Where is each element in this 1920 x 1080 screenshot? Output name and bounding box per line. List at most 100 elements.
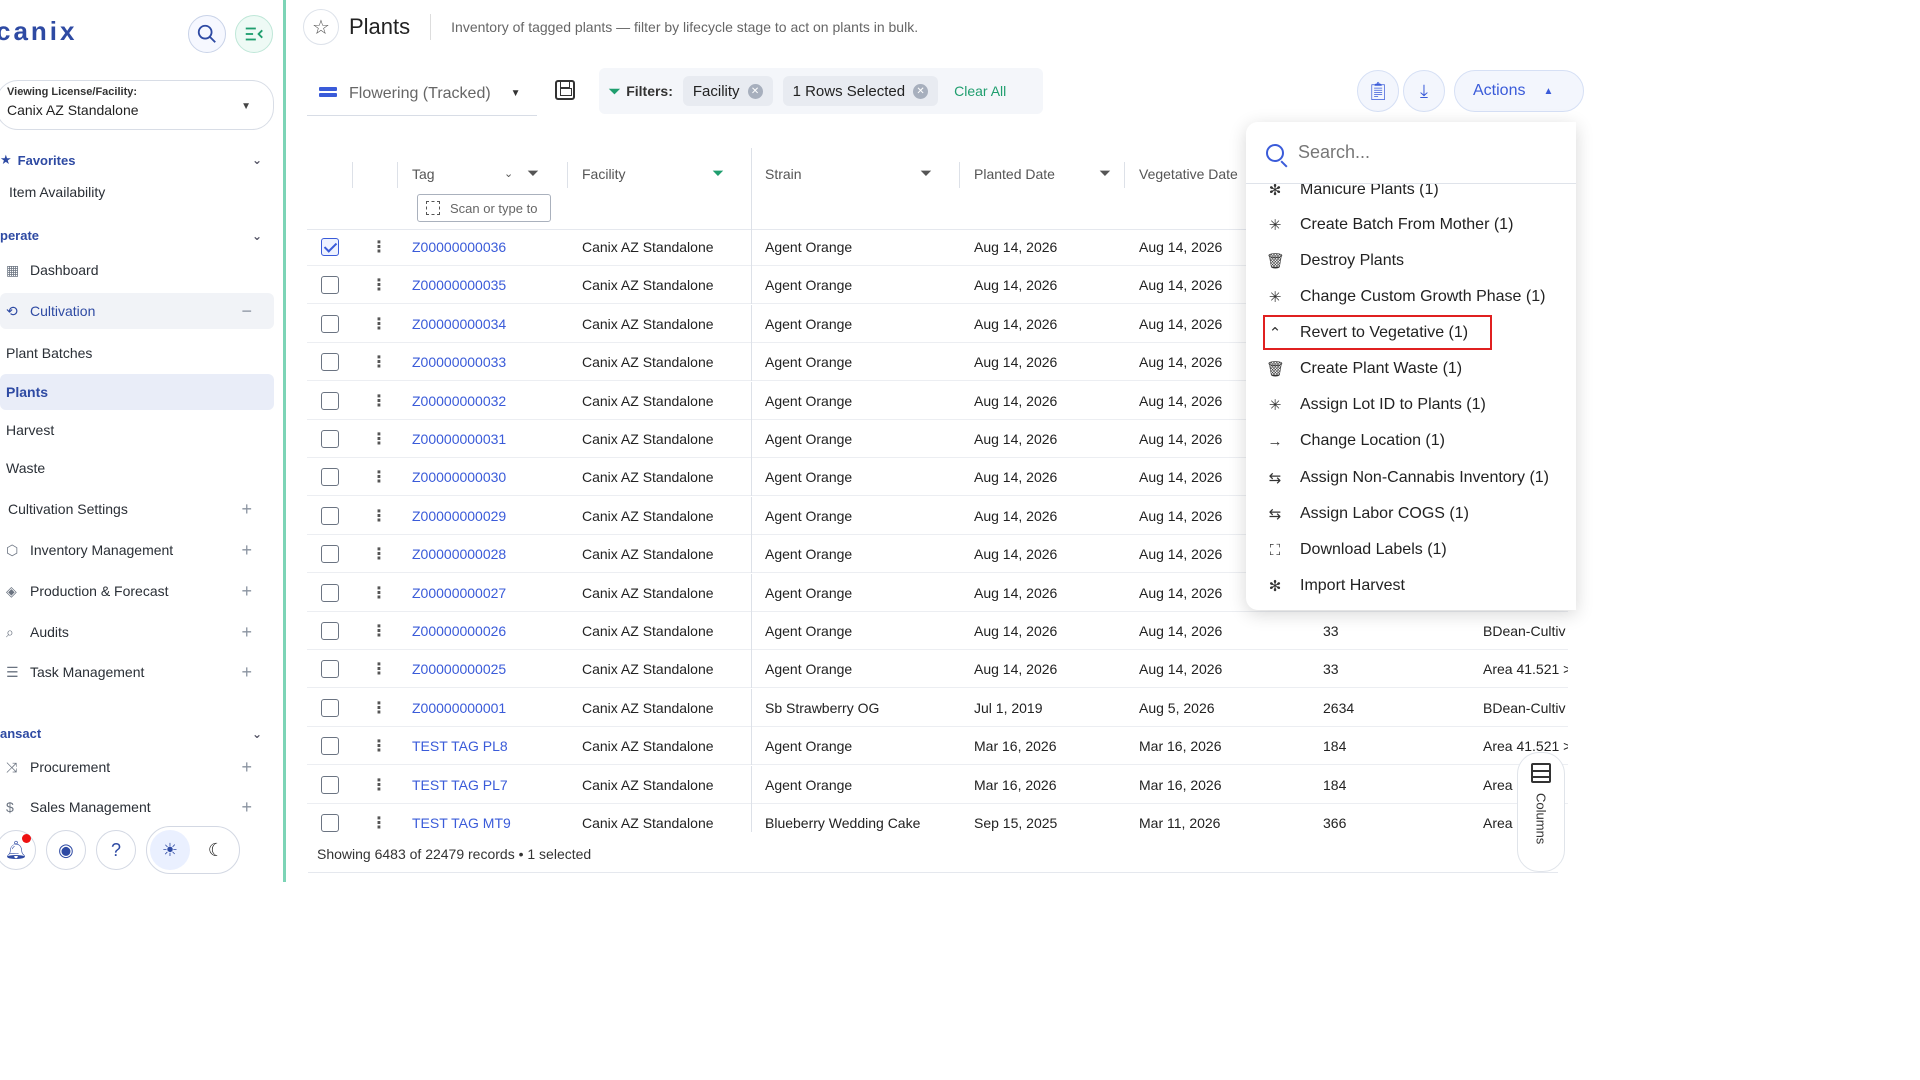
transact-section[interactable]: ansact ⌄ <box>0 726 262 741</box>
sidebar-item-dashboard[interactable]: ▦ Dashboard <box>0 252 274 288</box>
menu-item-create-plant-waste[interactable]: 🗑 Create Plant Waste (1) <box>1246 351 1576 387</box>
row-checkbox[interactable] <box>321 238 339 256</box>
column-header-planted-date[interactable]: Planted Date <box>974 166 1055 182</box>
more-vertical-icon[interactable]: ⋮ <box>371 813 387 832</box>
notifications-button[interactable]: 🔔︎ <box>0 830 36 870</box>
sidebar-item-audits[interactable]: ⌕ Audits + <box>0 614 274 650</box>
filter-icon[interactable]: ⏷ <box>1099 165 1111 182</box>
actions-button[interactable]: Actions ▲ <box>1454 70 1584 112</box>
table-row[interactable]: ⋮ TEST TAG PL7 Canix AZ Standalone Agent… <box>307 766 1568 804</box>
menu-item-change-custom-growth-phase[interactable]: ✳ Change Custom Growth Phase (1) <box>1246 279 1576 315</box>
help-button[interactable]: ? <box>96 830 136 870</box>
cell-tag[interactable]: Z00000000031 <box>412 431 506 447</box>
row-checkbox[interactable] <box>321 622 339 640</box>
row-checkbox[interactable] <box>321 315 339 333</box>
favorites-section[interactable]: ★ Favorites ⌄ <box>0 152 262 168</box>
row-checkbox[interactable] <box>321 776 339 794</box>
sidebar-item-inventory-management[interactable]: ⬡ Inventory Management + <box>0 532 274 568</box>
row-checkbox[interactable] <box>321 353 339 371</box>
cell-tag[interactable]: Z00000000032 <box>412 393 506 409</box>
row-checkbox[interactable] <box>321 507 339 525</box>
menu-item-change-location[interactable]: → Change Location (1) <box>1246 423 1576 459</box>
column-header-tag[interactable]: Tag <box>412 166 435 182</box>
tag-scan-input[interactable]: Scan or type to <box>417 194 551 222</box>
cell-tag[interactable]: Z00000000029 <box>412 508 506 524</box>
column-header-facility[interactable]: Facility <box>582 166 626 182</box>
menu-item-download-labels[interactable]: ⛶ Download Labels (1) <box>1246 532 1576 568</box>
more-vertical-icon[interactable]: ⋮ <box>371 775 387 795</box>
favorite-item-availability[interactable]: Item Availability <box>0 174 274 210</box>
filter-icon[interactable]: ⏷ <box>527 165 539 182</box>
more-vertical-icon[interactable]: ⋮ <box>371 583 387 603</box>
menu-item-create-batch-from-mother[interactable]: ✳ Create Batch From Mother (1) <box>1246 207 1576 243</box>
favorite-star-button[interactable]: ☆ <box>303 9 339 45</box>
operate-section[interactable]: perate ⌄ <box>0 228 262 243</box>
table-row[interactable]: ⋮ Z00000000025 Canix AZ Standalone Agent… <box>307 650 1568 688</box>
cell-tag[interactable]: Z00000000036 <box>412 239 506 255</box>
more-vertical-icon[interactable]: ⋮ <box>371 275 387 295</box>
row-checkbox[interactable] <box>321 737 339 755</box>
cell-tag[interactable]: TEST TAG MT9 <box>412 815 511 831</box>
save-view-icon[interactable] <box>555 80 575 100</box>
more-vertical-icon[interactable]: ⋮ <box>371 659 387 679</box>
sort-chevron-icon[interactable]: ⌄ <box>504 167 513 180</box>
search-button[interactable] <box>188 15 226 53</box>
sidebar-item-task-management[interactable]: ☰ Task Management + <box>0 654 274 690</box>
filter-icon[interactable]: ⏷ <box>920 165 932 182</box>
close-icon[interactable]: ✕ <box>913 83 929 99</box>
more-vertical-icon[interactable]: ⋮ <box>371 467 387 487</box>
sidebar-item-production-forecast[interactable]: ◈ Production & Forecast + <box>0 573 274 609</box>
row-checkbox[interactable] <box>321 392 339 410</box>
sidebar-item-plants[interactable]: Plants <box>0 374 274 410</box>
close-icon[interactable]: ✕ <box>747 83 763 99</box>
row-checkbox[interactable] <box>321 430 339 448</box>
column-header-vegetative-date[interactable]: Vegetative Date <box>1139 166 1238 182</box>
license-selector[interactable]: Viewing License/Facility: Canix AZ Stand… <box>0 80 274 130</box>
sidebar-item-waste[interactable]: Waste <box>0 450 274 486</box>
sidebar-item-plant-batches[interactable]: Plant Batches <box>0 335 274 371</box>
cell-tag[interactable]: Z00000000027 <box>412 585 506 601</box>
cell-tag[interactable]: TEST TAG PL7 <box>412 777 508 793</box>
more-vertical-icon[interactable]: ⋮ <box>371 237 387 257</box>
cell-tag[interactable]: Z00000000028 <box>412 546 506 562</box>
sidebar-item-cultivation[interactable]: ⟲ Cultivation − <box>0 293 274 329</box>
cell-tag[interactable]: Z00000000035 <box>412 277 506 293</box>
clipboard-button[interactable]: 📋︎ <box>1357 70 1399 112</box>
dark-mode-button[interactable]: ☾ <box>196 830 236 870</box>
more-vertical-icon[interactable]: ⋮ <box>371 621 387 641</box>
more-vertical-icon[interactable]: ⋮ <box>371 391 387 411</box>
cell-tag[interactable]: Z00000000001 <box>412 700 506 716</box>
cell-tag[interactable]: Z00000000033 <box>412 354 506 370</box>
cell-tag[interactable]: Z00000000034 <box>412 316 506 332</box>
row-checkbox[interactable] <box>321 545 339 563</box>
cell-tag[interactable]: Z00000000030 <box>412 469 506 485</box>
filter-chip-rows-selected[interactable]: 1 Rows Selected ✕ <box>782 76 939 106</box>
more-vertical-icon[interactable]: ⋮ <box>371 506 387 526</box>
table-row[interactable]: ⋮ Z00000000026 Canix AZ Standalone Agent… <box>307 612 1568 650</box>
collapse-sidebar-button[interactable] <box>235 15 273 53</box>
columns-panel-toggle[interactable]: Columns <box>1517 752 1565 872</box>
view-selector[interactable]: Flowering (Tracked) ▼ <box>307 72 537 116</box>
row-checkbox[interactable] <box>321 468 339 486</box>
filter-chip-facility[interactable]: Facility ✕ <box>682 76 773 106</box>
actions-search-input[interactable] <box>1298 142 1538 163</box>
cell-tag[interactable]: Z00000000026 <box>412 623 506 639</box>
more-vertical-icon[interactable]: ⋮ <box>371 544 387 564</box>
sidebar-item-procurement[interactable]: ⤨ Procurement + <box>0 749 274 785</box>
sidebar-item-sales-management[interactable]: $ Sales Management + <box>0 789 274 825</box>
menu-item-assign-non-cannabis-inventory[interactable]: ⇆ Assign Non-Cannabis Inventory (1) <box>1246 460 1576 496</box>
row-checkbox[interactable] <box>321 814 339 832</box>
sidebar-item-cultivation-settings[interactable]: Cultivation Settings + <box>0 491 274 527</box>
more-vertical-icon[interactable]: ⋮ <box>371 736 387 756</box>
menu-item-assign-lot-id[interactable]: ✳ Assign Lot ID to Plants (1) <box>1246 387 1576 423</box>
sidebar-item-harvest[interactable]: Harvest <box>0 412 274 448</box>
light-mode-button[interactable]: ☀ <box>150 830 190 870</box>
cell-tag[interactable]: Z00000000025 <box>412 661 506 677</box>
more-vertical-icon[interactable]: ⋮ <box>371 314 387 334</box>
row-checkbox[interactable] <box>321 276 339 294</box>
menu-item-import-harvest[interactable]: ✻ Import Harvest <box>1246 568 1576 604</box>
more-vertical-icon[interactable]: ⋮ <box>371 352 387 372</box>
row-checkbox[interactable] <box>321 699 339 717</box>
row-checkbox[interactable] <box>321 660 339 678</box>
menu-item-revert-to-vegetative[interactable]: ⌃ Revert to Vegetative (1) <box>1246 315 1576 351</box>
